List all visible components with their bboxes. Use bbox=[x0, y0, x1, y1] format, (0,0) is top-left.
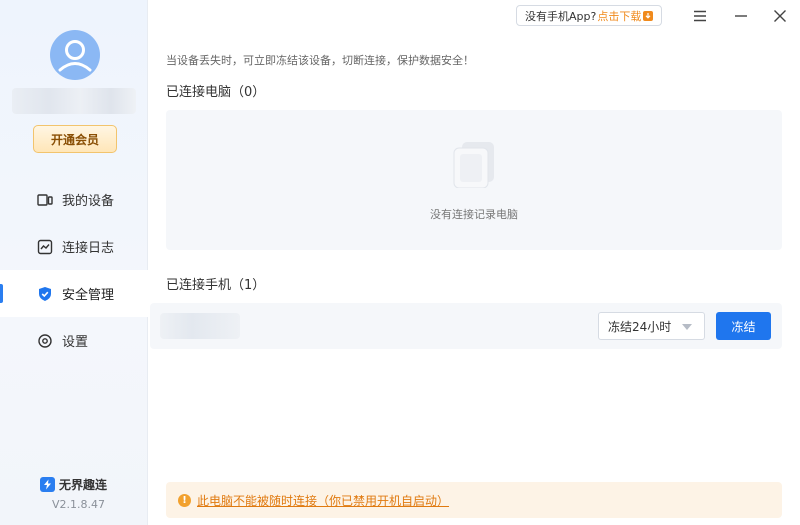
promo-text: 没有手机App? bbox=[525, 9, 597, 23]
chevron-down-icon bbox=[682, 324, 692, 330]
download-icon bbox=[643, 10, 654, 21]
devices-icon bbox=[37, 192, 53, 208]
security-hint: 当设备丢失时，可立即冻结该设备，切断连接，保护数据安全！ bbox=[166, 54, 474, 67]
gear-icon bbox=[37, 333, 53, 349]
phone-section-title: 已连接手机（1） bbox=[166, 278, 266, 293]
brand: 无界趣连 bbox=[40, 476, 107, 493]
sidebar-item-label: 安全管理 bbox=[62, 288, 115, 303]
empty-state-text: 没有连接记录电脑 bbox=[430, 208, 518, 221]
minimize-icon bbox=[735, 15, 747, 17]
sidebar-item-label: 我的设备 bbox=[62, 194, 115, 209]
pc-section-title: 已连接电脑（0） bbox=[166, 85, 266, 100]
shield-icon bbox=[37, 286, 53, 302]
sidebar-item-my-devices[interactable]: 我的设备 bbox=[0, 176, 148, 223]
freeze-button[interactable]: 冻结 bbox=[716, 312, 771, 340]
autostart-warning-link[interactable]: 此电脑不能被随时连接（你已禁用开机自启动） bbox=[197, 492, 449, 509]
sidebar-item-security[interactable]: 安全管理 bbox=[0, 270, 148, 317]
phone-name-blurred bbox=[160, 313, 240, 339]
download-app-link[interactable]: 没有手机App? 点击下载 bbox=[516, 5, 663, 26]
close-icon bbox=[774, 10, 786, 22]
brand-logo-icon bbox=[40, 477, 55, 492]
log-icon bbox=[37, 239, 53, 255]
sidebar-item-settings[interactable]: 设置 bbox=[0, 317, 148, 364]
sidebar-item-label: 连接日志 bbox=[62, 241, 115, 256]
user-avatar-icon bbox=[58, 40, 92, 72]
menu-button[interactable] bbox=[690, 7, 710, 25]
autostart-warning: ! 此电脑不能被随时连接（你已禁用开机自启动） bbox=[166, 482, 782, 518]
menu-icon bbox=[694, 10, 706, 22]
brand-name: 无界趣连 bbox=[59, 478, 108, 492]
avatar[interactable] bbox=[50, 30, 100, 80]
vip-button[interactable]: 开通会员 bbox=[33, 125, 117, 153]
phone-device-row: 冻结24小时 冻结 bbox=[150, 303, 782, 349]
sidebar-item-label: 设置 bbox=[62, 335, 89, 350]
pc-list-empty: 没有连接记录电脑 bbox=[166, 110, 782, 250]
close-button[interactable] bbox=[770, 7, 790, 25]
app-version: V2.1.8.47 bbox=[52, 498, 106, 511]
empty-document-icon bbox=[453, 142, 494, 188]
minimize-button[interactable] bbox=[731, 7, 751, 25]
sidebar-nav: 我的设备 连接日志 安全管理 设置 bbox=[0, 176, 148, 364]
freeze-duration-value: 冻结24小时 bbox=[608, 319, 672, 334]
username-blurred bbox=[12, 88, 136, 114]
sidebar: 开通会员 我的设备 连接日志 安全管理 设置 无界趣连 V2.1.8.47 bbox=[0, 0, 148, 525]
warning-icon: ! bbox=[178, 493, 191, 507]
freeze-duration-select[interactable]: 冻结24小时 bbox=[598, 312, 705, 340]
promo-download-text: 点击下载 bbox=[597, 9, 642, 23]
sidebar-item-connection-log[interactable]: 连接日志 bbox=[0, 223, 148, 270]
